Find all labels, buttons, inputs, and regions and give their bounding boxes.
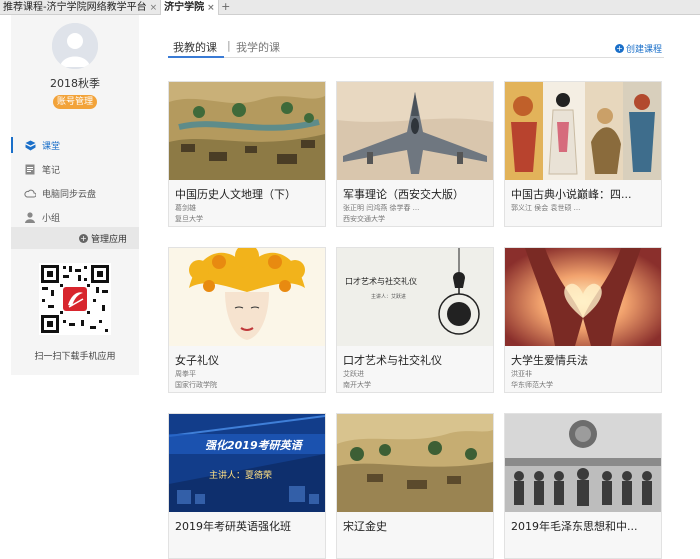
tab-recommended-courses[interactable]: 推荐课程-济宁学院网络教学平台 × — [0, 0, 162, 15]
note-icon — [24, 163, 36, 175]
course-cover-image[interactable] — [169, 248, 325, 346]
course-title[interactable]: 中国历史人文地理（下） — [175, 186, 323, 202]
sidebar-item-group[interactable]: 小组 — [11, 205, 139, 229]
course-tabs: 我教的课 | 我学的课 + 创建课程 — [168, 34, 664, 58]
tab-label: 推荐课程-济宁学院网络教学平台 — [3, 1, 147, 13]
tab-learning-courses[interactable]: 我学的课 — [236, 39, 280, 55]
course-teacher: 葛剑雄 — [175, 204, 196, 212]
close-icon[interactable]: × — [150, 1, 158, 15]
manage-apps-button[interactable]: + 管理应用 — [11, 227, 139, 249]
sidebar-item-classroom[interactable]: 课堂 — [11, 133, 139, 157]
course-card[interactable]: 2019年毛泽东思想和中... — [504, 413, 662, 559]
account-manage-button[interactable]: 账号管理 — [53, 95, 97, 109]
course-teacher: 洪亚非 — [511, 370, 532, 378]
close-icon[interactable]: × — [207, 1, 215, 15]
plus-icon: + — [614, 44, 624, 53]
sidebar-item-label: 笔记 — [42, 165, 61, 176]
avatar[interactable] — [52, 23, 98, 69]
create-course-button[interactable]: + 创建课程 — [614, 42, 662, 55]
course-cover-image[interactable] — [505, 248, 661, 346]
sidebar-item-label: 小组 — [42, 213, 61, 224]
course-cover-image[interactable] — [337, 82, 493, 180]
term-label: 2018秋季 — [50, 77, 100, 90]
tab-separator: | — [227, 39, 231, 52]
user-icon — [24, 211, 36, 223]
course-card[interactable]: 女子礼仪 周拳平 国家行政学院 — [168, 247, 326, 393]
sidebar-nav: 课堂 笔记 电脑同步云盘 小组 — [11, 133, 139, 229]
course-card[interactable]: 军事理论（西安交大版） 张正明 闫鸿燕 徐学春 ... 西安交通大学 — [336, 81, 494, 227]
course-title[interactable]: 2019年毛泽东思想和中... — [511, 518, 659, 534]
course-card[interactable]: 中国历史人文地理（下） 葛剑雄 复旦大学 — [168, 81, 326, 227]
tab-jining-university[interactable]: 济宁学院 × — [161, 0, 219, 15]
course-card[interactable]: 宋辽金史 — [336, 413, 494, 559]
course-teacher: 郭义江 侯会 袁世硕 ... — [511, 204, 581, 212]
course-cover-image[interactable] — [169, 82, 325, 180]
course-cover-image[interactable] — [505, 414, 661, 512]
course-teacher: 艾跃进 — [343, 370, 364, 378]
course-card[interactable]: 强化2019考研英语 主讲人：夏徛荣 2019年考研英语强化班 — [168, 413, 326, 559]
course-title[interactable]: 女子礼仪 — [175, 352, 323, 368]
plus-icon: + — [78, 233, 88, 243]
course-title[interactable]: 大学生爱情兵法 — [511, 352, 659, 368]
course-teacher: 张正明 闫鸿燕 徐学春 ... — [343, 204, 420, 212]
sidebar-item-label: 电脑同步云盘 — [42, 189, 97, 200]
course-title[interactable]: 军事理论（西安交大版） — [343, 186, 491, 202]
sidebar-item-notes[interactable]: 笔记 — [11, 157, 139, 181]
tab-label: 济宁学院 — [164, 1, 205, 13]
qr-code — [39, 263, 111, 335]
course-school: 南开大学 — [343, 381, 371, 389]
course-cover-image[interactable] — [505, 82, 661, 180]
course-school: 西安交通大学 — [343, 215, 385, 223]
course-title[interactable]: 宋辽金史 — [343, 518, 491, 534]
sidebar: 2018秋季 账号管理 课堂 笔记 电脑同步云盘 小组 + 管理应用 扫一扫下载… — [11, 15, 139, 375]
cube-icon — [24, 139, 36, 151]
course-school: 复旦大学 — [175, 215, 203, 223]
course-title[interactable]: 中国古典小说巅峰：四... — [511, 186, 659, 202]
course-card[interactable]: 中国古典小说巅峰：四... 郭义江 侯会 袁世硕 ... — [504, 81, 662, 227]
tab-teaching-courses[interactable]: 我教的课 — [173, 39, 217, 55]
manage-apps-label: 管理应用 — [90, 234, 127, 245]
course-teacher: 周拳平 — [175, 370, 196, 378]
browser-tab-bar: 推荐课程-济宁学院网络教学平台 × 济宁学院 × + — [0, 0, 700, 15]
sidebar-item-cloud-disk[interactable]: 电脑同步云盘 — [11, 181, 139, 205]
course-cover-image[interactable]: 口才艺术与社交礼仪 主讲人：艾跃进 — [337, 248, 493, 346]
new-tab-button[interactable]: + — [219, 0, 233, 14]
course-card[interactable]: 口才艺术与社交礼仪 主讲人：艾跃进 口才艺术与社交礼仪 艾跃进 南开大学 — [336, 247, 494, 393]
cover-title-text: 口才艺术与社交礼仪 — [345, 276, 417, 286]
course-title[interactable]: 口才艺术与社交礼仪 — [343, 352, 491, 368]
active-tab-indicator — [168, 56, 224, 58]
sidebar-item-label: 课堂 — [42, 141, 61, 152]
course-cover-image[interactable]: 强化2019考研英语 主讲人：夏徛荣 — [169, 414, 325, 512]
cover-speaker-text: 主讲人：夏徛荣 — [209, 469, 272, 481]
cloud-icon — [24, 187, 36, 199]
course-school: 国家行政学院 — [175, 381, 217, 389]
course-cover-image[interactable] — [337, 414, 493, 512]
cover-speaker-text: 主讲人：艾跃进 — [371, 293, 406, 300]
create-course-label: 创建课程 — [625, 45, 662, 55]
course-school: 华东师范大学 — [511, 381, 553, 389]
course-title[interactable]: 2019年考研英语强化班 — [175, 518, 323, 534]
course-card[interactable]: 大学生爱情兵法 洪亚非 华东师范大学 — [504, 247, 662, 393]
qr-caption: 扫一扫下载手机应用 — [34, 352, 116, 362]
cover-title-text: 强化2019考研英语 — [205, 439, 304, 452]
